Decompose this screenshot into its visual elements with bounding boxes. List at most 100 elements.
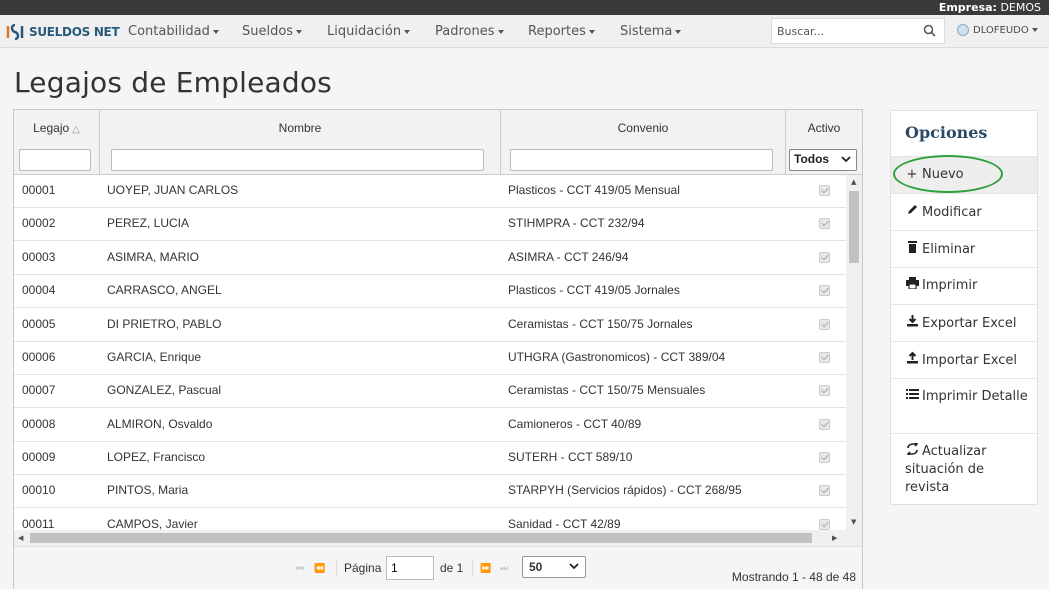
refresh-icon — [905, 441, 919, 461]
activo-checkbox — [819, 252, 830, 263]
trash-icon — [905, 240, 919, 259]
first-page-icon[interactable]: ⏮ — [296, 563, 304, 574]
caret-down-icon — [1031, 28, 1038, 32]
activo-checkbox — [819, 485, 830, 496]
activo-checkbox — [819, 519, 830, 530]
column-nombre[interactable]: Nombre — [100, 110, 501, 175]
records-summary: Mostrando 1 - 48 de 48 — [731, 570, 856, 584]
imprimir-button[interactable]: Imprimir — [891, 267, 1037, 304]
search-input[interactable] — [772, 19, 912, 43]
scroll-left-icon[interactable]: ◀ — [18, 534, 23, 542]
grid-header: Legajo △ Nombre Convenio Activo Todos — [14, 110, 862, 175]
column-legajo[interactable]: Legajo △ — [14, 110, 100, 175]
menu-reportes[interactable]: Reportes — [528, 24, 595, 39]
options-title: Opciones — [905, 123, 988, 142]
caret-down-icon — [212, 29, 219, 34]
table-row[interactable]: 00003 ASIMRA, MARIO ASIMRA - CCT 246/94 — [14, 242, 846, 275]
activo-checkbox — [819, 385, 830, 396]
pager-separator — [472, 559, 473, 577]
menu-liquidacion[interactable]: Liquidación — [327, 24, 411, 39]
search-icon[interactable] — [923, 24, 936, 37]
menu-sueldos[interactable]: Sueldos — [242, 24, 303, 39]
last-page-icon[interactable]: ⏭ — [500, 563, 508, 574]
pencil-icon — [905, 203, 919, 222]
page-number-input[interactable] — [386, 556, 434, 580]
vertical-scrollbar[interactable]: ▲ ▼ — [846, 175, 862, 530]
pager-separator — [336, 559, 337, 577]
chevron-down-icon — [569, 563, 579, 570]
actualizar-situacion-button[interactable]: Actualizar situación de revista — [891, 433, 1037, 505]
activo-checkbox — [819, 419, 830, 430]
column-label: Convenio — [617, 121, 669, 135]
menu-contabilidad[interactable]: Contabilidad — [128, 24, 219, 39]
activo-checkbox — [819, 319, 830, 330]
prev-page-icon[interactable]: ⏪ — [314, 563, 325, 574]
column-label: Activo — [807, 121, 841, 135]
search-box — [771, 18, 945, 44]
column-convenio[interactable]: Convenio — [501, 110, 786, 175]
page-count-label: de 1 — [440, 561, 464, 575]
user-name: DLOFEUDO — [973, 24, 1029, 36]
pager: ⏮ ⏪ Página de 1 ⏩ ⏭ 50 Mostrando 1 - 48 … — [14, 546, 862, 589]
table-row[interactable]: 00006 GARCIA, Enrique UTHGRA (Gastronomico… — [14, 342, 846, 375]
brand-logo-icon — [6, 23, 24, 41]
empresa-label: Empresa: — [938, 1, 997, 14]
table-row[interactable]: 00005 DI PRIETRO, PABLO Ceramistas - CCT 1… — [14, 309, 846, 342]
list-icon — [905, 388, 919, 406]
filter-legajo-input[interactable] — [19, 149, 91, 171]
brand[interactable]: SUELDOS NET — [5, 21, 120, 43]
scrollbar-thumb[interactable] — [30, 533, 812, 543]
exportar-excel-button[interactable]: Exportar Excel — [891, 304, 1037, 341]
top-strip: Empresa: DEMOS — [0, 0, 1049, 15]
empresa-value: DEMOS — [1000, 1, 1041, 14]
column-label: Nombre — [278, 121, 322, 135]
filter-nombre-input[interactable] — [111, 149, 484, 171]
caret-down-icon — [296, 29, 303, 34]
importar-excel-button[interactable]: Importar Excel — [891, 341, 1037, 378]
scroll-up-icon[interactable]: ▲ — [851, 178, 856, 186]
table-row[interactable]: 00008 ALMIRON, Osvaldo Camioneros - CCT 40… — [14, 409, 846, 442]
caret-down-icon — [588, 29, 595, 34]
user-avatar-icon — [957, 24, 969, 36]
table-row[interactable]: 00010 PINTOS, Maria STARPYH (Servicios ráp… — [14, 475, 846, 508]
filter-convenio-input[interactable] — [510, 149, 773, 171]
column-activo[interactable]: Activo Todos — [786, 110, 862, 175]
print-icon — [905, 277, 919, 295]
caret-down-icon — [404, 29, 411, 34]
grid-body: 00001 UOYEP, JUAN CARLOS Plasticos - CCT 4… — [14, 175, 846, 530]
download-icon — [905, 314, 919, 333]
activo-checkbox — [819, 352, 830, 363]
page-title: Legajos de Empleados — [14, 66, 332, 99]
activo-checkbox — [819, 185, 830, 196]
table-row[interactable]: 00011 CAMPOS, Javier Sanidad - CCT 42/89 — [14, 509, 846, 530]
chevron-down-icon — [841, 156, 851, 163]
table-row[interactable]: 00001 UOYEP, JUAN CARLOS Plasticos - CCT 4… — [14, 175, 846, 208]
scroll-right-icon[interactable]: ▶ — [832, 534, 837, 542]
empresa-indicator: Empresa: DEMOS — [939, 1, 1041, 14]
scrollbar-thumb[interactable] — [849, 191, 859, 263]
activo-checkbox — [819, 218, 830, 229]
nuevo-highlight-annotation — [893, 155, 1003, 193]
caret-down-icon — [497, 29, 504, 34]
table-row[interactable]: 00009 LOPEZ, Francisco SUTERH - CCT 589/10 — [14, 442, 846, 475]
activo-checkbox — [819, 452, 830, 463]
filter-activo-select[interactable]: Todos — [789, 149, 857, 171]
table-row[interactable]: 00002 PEREZ, LUCIA STIHMPRA - CCT 232/94 — [14, 208, 846, 241]
upload-icon — [905, 351, 919, 370]
scroll-down-icon[interactable]: ▼ — [851, 518, 856, 526]
table-row[interactable]: 00007 GONZALEZ, Pascual Ceramistas - CCT 1… — [14, 375, 846, 408]
horizontal-scrollbar[interactable]: ◀ ▶ — [14, 530, 862, 546]
page-size-select[interactable]: 50 — [522, 556, 586, 578]
table-row[interactable]: 00004 CARRASCO, ANGEL Plasticos - CCT 419/… — [14, 275, 846, 308]
imprimir-detalle-button[interactable]: Imprimir Detalle — [891, 378, 1037, 433]
menu-padrones[interactable]: Padrones — [435, 24, 504, 39]
next-page-icon[interactable]: ⏩ — [480, 563, 491, 574]
caret-down-icon — [675, 29, 682, 34]
activo-checkbox — [819, 285, 830, 296]
user-menu[interactable]: DLOFEUDO — [957, 24, 1038, 36]
column-label: Legajo — [33, 121, 70, 135]
menu-sistema[interactable]: Sistema — [620, 24, 682, 39]
modificar-button[interactable]: Modificar — [891, 193, 1037, 230]
eliminar-button[interactable]: Eliminar — [891, 230, 1037, 267]
employees-grid: Legajo △ Nombre Convenio Activo Todos 000… — [13, 109, 863, 589]
